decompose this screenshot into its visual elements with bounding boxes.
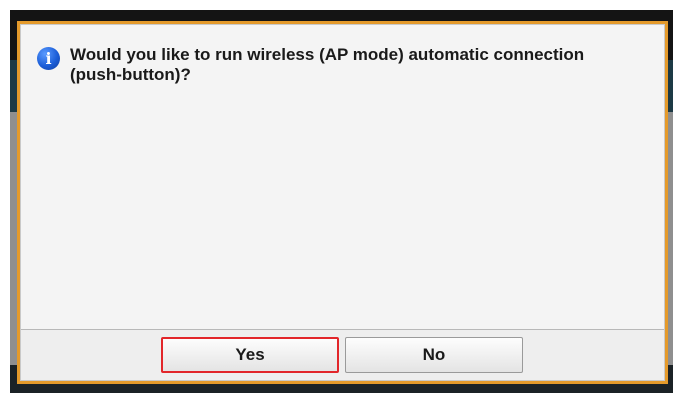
confirmation-dialog: i Would you like to run wireless (AP mod…	[17, 21, 668, 384]
dialog-button-bar: Yes No	[21, 330, 664, 380]
yes-button[interactable]: Yes	[161, 337, 339, 373]
dialog-body: i Would you like to run wireless (AP mod…	[20, 24, 665, 381]
info-icon: i	[37, 47, 60, 70]
no-button[interactable]: No	[345, 337, 523, 373]
dialog-message-row: i Would you like to run wireless (AP mod…	[37, 39, 648, 85]
dialog-message: Would you like to run wireless (AP mode)…	[70, 45, 585, 84]
